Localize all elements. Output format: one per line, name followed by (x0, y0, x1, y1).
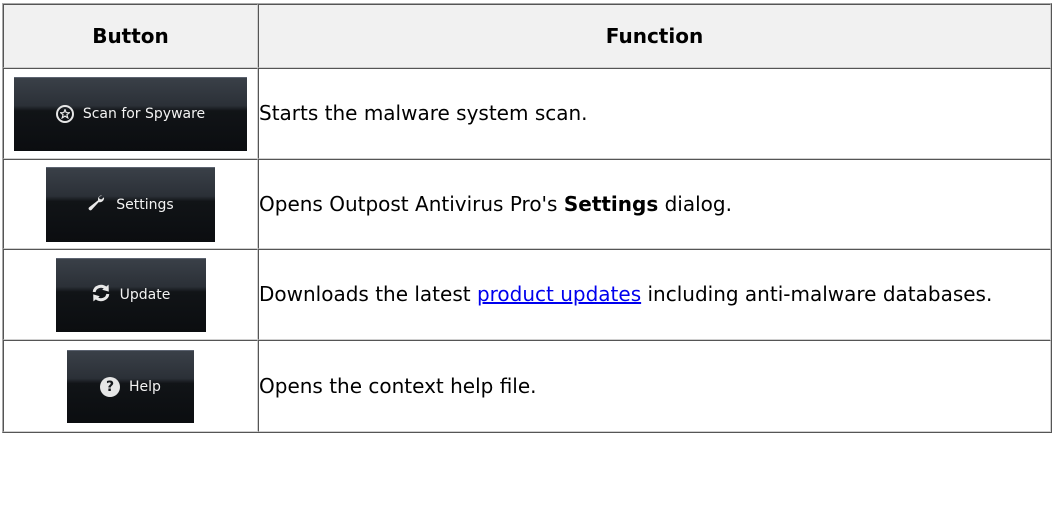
function-cell: Opens the context help file. (258, 340, 1051, 432)
wrench-icon (87, 194, 107, 216)
function-text-end: dialog. (658, 191, 732, 216)
settings-bold-text: Settings (563, 191, 659, 216)
update-button[interactable]: Update (55, 257, 206, 332)
header-function: Function (258, 4, 1051, 68)
page: Button Function Scan for Spyware Starts … (0, 0, 1055, 531)
function-text: Starts the malware system scan. (259, 101, 588, 125)
scan-for-spyware-button[interactable]: Scan for Spyware (14, 76, 247, 151)
function-text: Opens the context help file. (259, 373, 537, 398)
function-text: Opens Outpost Antivirus Pro's (259, 191, 564, 216)
table-row: ? Help Opens the context help file. (3, 340, 1051, 432)
help-icon: ? (100, 376, 121, 397)
table-row: Scan for Spyware Starts the malware syst… (3, 68, 1051, 159)
table-row: Update Downloads the latest product upda… (3, 249, 1051, 340)
button-cell: Settings (3, 159, 258, 249)
function-text-end: including anti-malware databases. (641, 282, 993, 306)
scan-button-label: Scan for Spyware (82, 106, 206, 122)
button-cell: Scan for Spyware (3, 68, 258, 159)
star-circle-icon (55, 105, 74, 123)
function-cell: Downloads the latest product updates inc… (258, 249, 1051, 340)
help-button-label: Help (129, 378, 161, 395)
header-button: Button (3, 4, 258, 68)
help-button[interactable]: ? Help (67, 349, 194, 423)
function-cell: Opens Outpost Antivirus Pro's Settings d… (258, 159, 1051, 249)
update-button-label: Update (119, 287, 171, 303)
button-cell: Update (3, 249, 258, 340)
table-row: Settings Opens Outpost Antivirus Pro's S… (3, 159, 1051, 249)
refresh-icon (91, 284, 111, 306)
settings-button[interactable]: Settings (46, 166, 215, 242)
settings-button-label: Settings (116, 196, 174, 213)
function-cell: Starts the malware system scan. (258, 68, 1051, 159)
button-function-table: Button Function Scan for Spyware Starts … (2, 3, 1052, 433)
product-updates-link[interactable]: product updates (477, 282, 641, 306)
button-cell: ? Help (3, 340, 258, 432)
function-text: Downloads the latest (259, 282, 477, 306)
table-header-row: Button Function (3, 4, 1051, 68)
